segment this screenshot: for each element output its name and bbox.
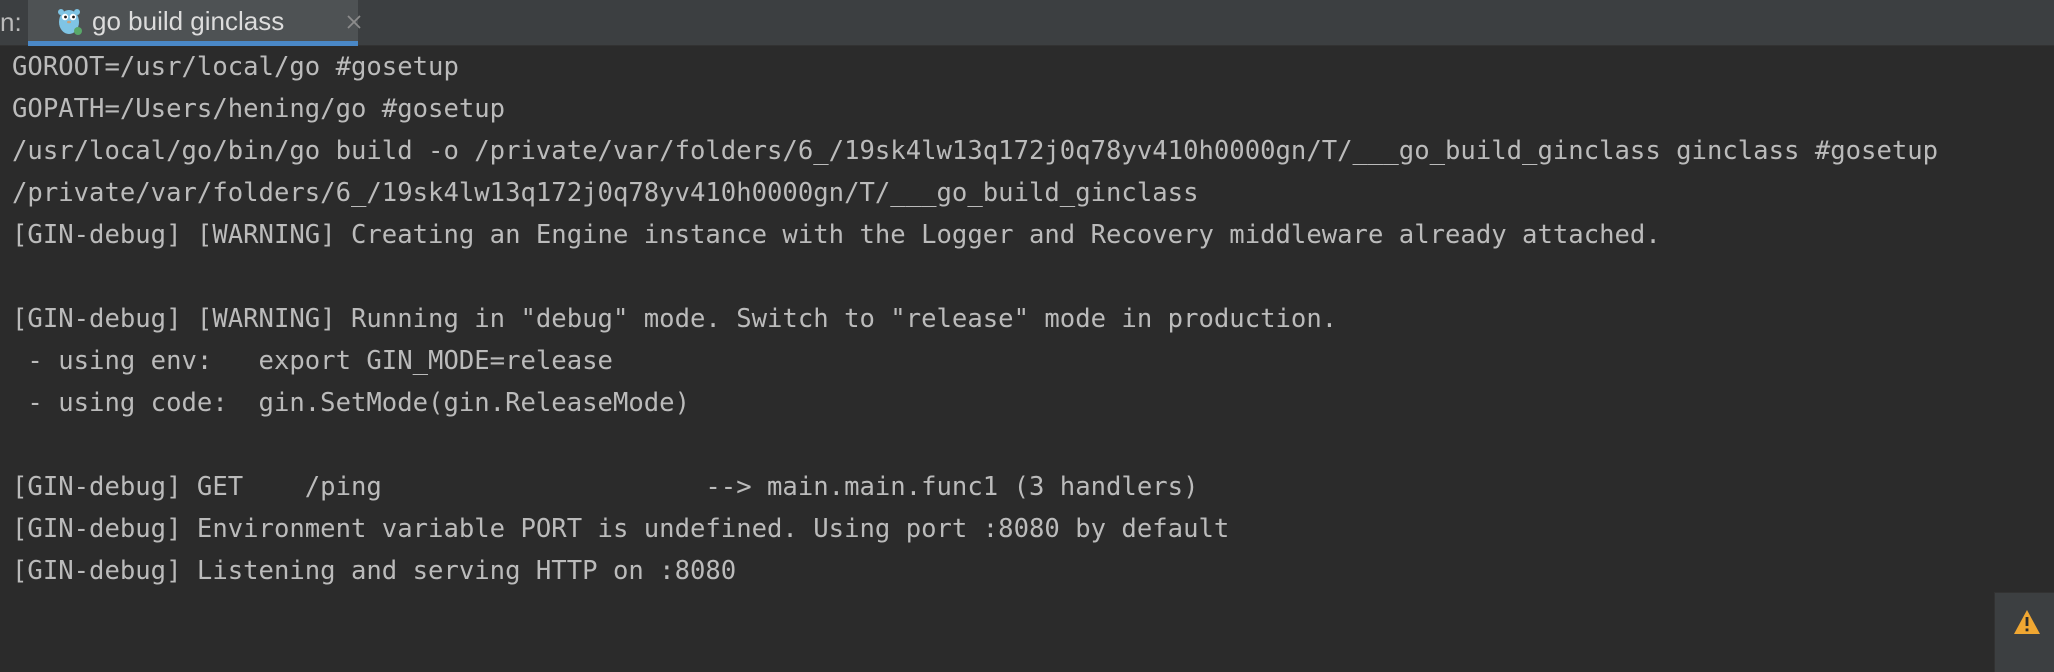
console-output[interactable]: GOROOT=/usr/local/go #gosetup GOPATH=/Us… xyxy=(0,46,2054,672)
console-line-build-command: /usr/local/go/bin/go build -o /private/v… xyxy=(12,136,1939,166)
console-line-port-notice: [GIN-debug] Environment variable PORT is… xyxy=(12,514,1230,544)
console-line-engine-warning: [GIN-debug] [WARNING] Creating an Engine… xyxy=(12,220,1661,250)
console-line-binary-path: /private/var/folders/6_/19sk4lw13q172j0q… xyxy=(12,178,1199,208)
run-tool-window: n: go build ginclass GOROOT=/usr/local/g… xyxy=(0,0,2054,672)
gopher-icon xyxy=(55,6,83,36)
tab-label: go build ginclass xyxy=(92,6,285,36)
warning-icon xyxy=(2013,609,2041,635)
close-icon[interactable] xyxy=(346,14,362,30)
console-line-using-code: - using code: gin.SetMode(gin.ReleaseMod… xyxy=(12,388,690,418)
console-line-debug-mode-warning: [GIN-debug] [WARNING] Running in "debug"… xyxy=(12,304,1338,334)
console-line-route-ping: [GIN-debug] GET /ping --> main.main.func… xyxy=(12,472,1199,502)
run-panel-title: n: xyxy=(0,7,22,37)
run-tab-bar: n: go build ginclass xyxy=(0,0,2054,46)
console-line-using-env: - using env: export GIN_MODE=release xyxy=(12,346,613,376)
tab-go-build-ginclass[interactable]: go build ginclass xyxy=(28,0,361,46)
console-line-goroot: GOROOT=/usr/local/go #gosetup xyxy=(12,52,459,82)
console-line-listening: [GIN-debug] Listening and serving HTTP o… xyxy=(12,556,737,586)
console-line-gopath: GOPATH=/Users/hening/go #gosetup xyxy=(12,94,506,124)
problems-indicator[interactable] xyxy=(1994,592,2054,672)
